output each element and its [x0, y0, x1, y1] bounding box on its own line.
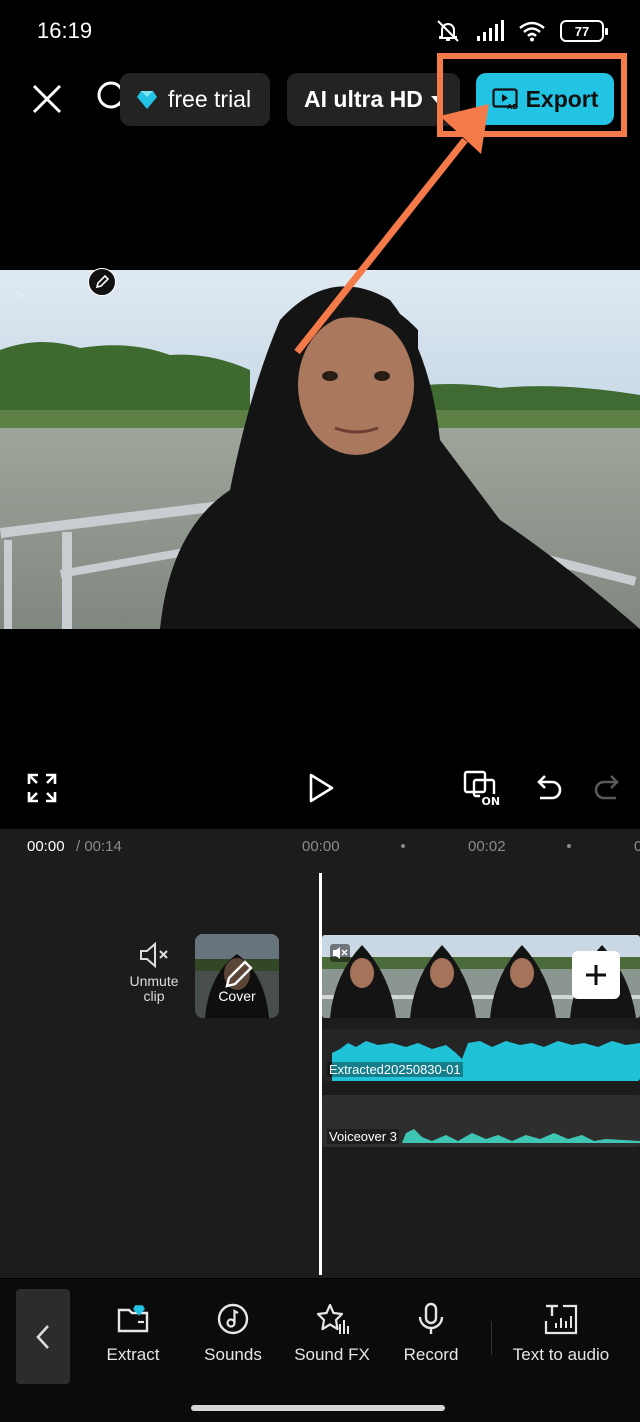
editor-top-bar: free trial AI ultra HD AD Export	[0, 53, 640, 140]
auto-sync-toggle-icon[interactable]: ON	[462, 768, 504, 808]
svg-text:ON: ON	[482, 795, 501, 808]
audio-toolbar: Extract Sounds Sound FX Record Text to a…	[0, 1279, 640, 1422]
video-frame: ✂	[0, 270, 640, 629]
video-preview[interactable]: ✂	[0, 270, 640, 629]
timeline-panel[interactable]: 00:00 / 00:14 00:00 00:02 0 Unmute clip …	[0, 829, 640, 1278]
add-clip-button[interactable]	[572, 951, 620, 999]
player-controls: ON	[0, 760, 640, 816]
timeline-tick: 00:00	[302, 838, 340, 855]
toolbar-divider	[491, 1321, 492, 1355]
battery-indicator: 77	[560, 20, 608, 42]
folder-icon	[117, 1305, 149, 1333]
audio-track-voiceover[interactable]: Voiceover 3	[322, 1095, 640, 1147]
signal-icon	[477, 20, 504, 41]
mute-bell-icon	[437, 20, 459, 42]
microphone-icon	[418, 1302, 444, 1334]
play-icon[interactable]	[302, 770, 338, 806]
sounds-label: Sounds	[204, 1345, 262, 1364]
export-video-icon: AD	[491, 88, 518, 110]
record-label: Record	[403, 1345, 459, 1364]
home-indicator[interactable]	[191, 1405, 445, 1411]
resolution-label: AI ultra HD	[304, 86, 423, 112]
star-bars-icon	[316, 1303, 349, 1334]
status-bar: 16:19 77	[0, 0, 640, 60]
watermark-icon: ✂	[16, 288, 28, 304]
status-time: 16:19	[37, 18, 93, 43]
free-trial-label: free trial	[168, 86, 252, 112]
timeline-tick: 00:02	[468, 838, 506, 855]
extract-label: Extract	[106, 1345, 160, 1364]
chevron-left-icon	[36, 1324, 49, 1349]
diamond-icon	[137, 90, 157, 109]
timeline-tick: 0	[634, 838, 640, 855]
current-time: 00:00	[27, 838, 65, 855]
back-button[interactable]	[16, 1289, 70, 1384]
sound-fx-label: Sound FX	[294, 1345, 370, 1364]
text-audio-icon	[544, 1304, 578, 1335]
audio-track-label: Extracted20250830-01	[327, 1062, 463, 1077]
extract-tool[interactable]: Extract	[100, 1301, 166, 1365]
wifi-icon	[519, 21, 545, 42]
redo-icon[interactable]	[590, 770, 626, 806]
audio-track-label: Voiceover 3	[327, 1129, 399, 1144]
fullscreen-icon[interactable]	[24, 770, 60, 806]
speaker-muted-icon	[140, 941, 168, 969]
free-trial-button[interactable]: free trial	[120, 73, 270, 126]
sound-fx-tool[interactable]: Sound FX	[292, 1301, 372, 1365]
edit-pencil-icon[interactable]	[88, 268, 116, 296]
cover-label: Cover	[218, 988, 256, 1004]
plus-icon	[586, 965, 606, 985]
text-to-audio-label: Text to audio	[512, 1345, 610, 1364]
audio-track-extracted[interactable]: Extracted20250830-01	[322, 1029, 640, 1081]
unmute-clip-label: Unmute clip	[129, 973, 179, 1004]
total-duration: / 00:14	[76, 838, 122, 855]
playhead[interactable]	[319, 873, 322, 1275]
unmute-clip-button[interactable]: Unmute clip	[118, 941, 190, 1004]
svg-text:AD: AD	[507, 103, 518, 110]
status-icons: 77	[434, 16, 608, 46]
sounds-tool[interactable]: Sounds	[200, 1301, 266, 1365]
close-icon[interactable]	[28, 80, 66, 118]
cover-thumbnail[interactable]: Cover	[195, 934, 279, 1018]
undo-icon[interactable]	[530, 770, 566, 806]
timeline-dot	[401, 844, 405, 848]
export-label: Export	[525, 85, 599, 112]
export-button[interactable]: AD Export	[476, 73, 614, 125]
music-note-icon	[217, 1303, 249, 1335]
record-tool[interactable]: Record	[398, 1301, 464, 1365]
text-to-audio-tool[interactable]: Text to audio	[505, 1301, 617, 1365]
resolution-dropdown[interactable]: AI ultra HD	[287, 73, 460, 126]
cover-image	[195, 934, 279, 1018]
timeline-dot	[567, 844, 571, 848]
